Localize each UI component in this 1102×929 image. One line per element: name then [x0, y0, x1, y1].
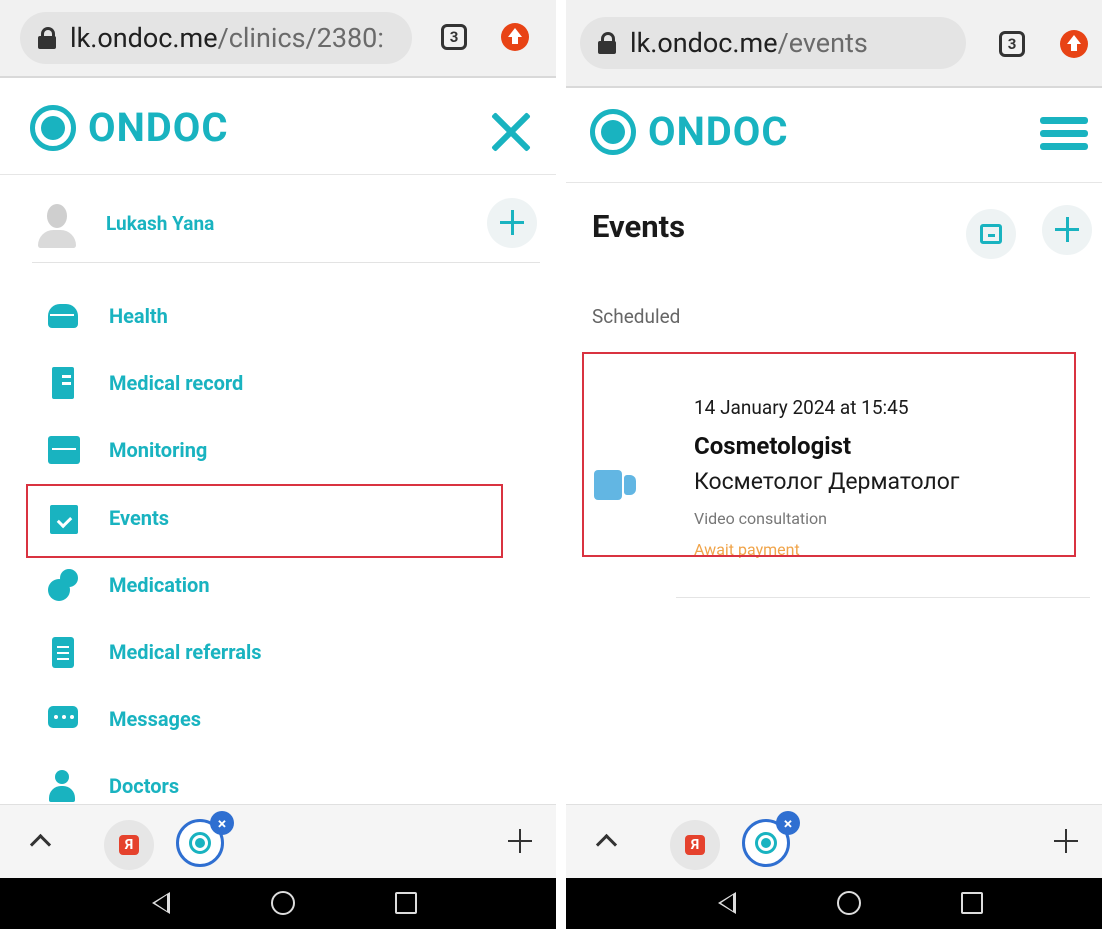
logo-mark-icon	[590, 108, 636, 155]
menu-item-label: Monitoring	[109, 438, 208, 462]
menu-item-medical-referrals[interactable]: Medical referrals	[44, 630, 504, 674]
right-screen: lk.ondoc.me/events 3 ONDOC Events Schedu…	[566, 0, 1102, 929]
event-title: Cosmetologist	[694, 432, 852, 460]
archive-button[interactable]	[966, 209, 1016, 259]
left-screen: lk.ondoc.me/clinics/2380: 3 ONDOC Lukash…	[0, 0, 556, 929]
page-title: Events	[592, 208, 686, 245]
heart-pulse-icon	[44, 300, 80, 332]
back-icon[interactable]	[152, 892, 170, 914]
lock-icon	[38, 27, 56, 49]
android-navigation-bar	[566, 878, 1102, 929]
home-icon[interactable]	[837, 891, 861, 915]
menu-item-label: Medical record	[109, 371, 244, 395]
menu-item-medication[interactable]: Medication	[44, 563, 504, 607]
event-status: Await payment	[694, 540, 800, 559]
monitoring-icon	[44, 434, 80, 466]
back-icon[interactable]	[718, 892, 736, 914]
logo-mark-icon	[30, 104, 76, 151]
logo-text: ONDOC	[88, 104, 229, 151]
menu-item-health[interactable]: Health	[44, 294, 504, 338]
archive-icon	[980, 224, 1002, 244]
add-profile-button[interactable]	[487, 198, 537, 248]
yandex-icon: Я	[685, 835, 705, 855]
menu-item-monitoring[interactable]: Monitoring	[44, 428, 504, 472]
hamburger-menu-icon[interactable]	[1040, 117, 1088, 151]
menu-item-label: Medical referrals	[109, 640, 262, 664]
close-tab-icon[interactable]: ×	[210, 811, 234, 835]
menu-item-events[interactable]: Events	[44, 496, 504, 540]
app-header: ONDOC	[0, 78, 556, 175]
url-text: lk.ondoc.me/events	[630, 27, 868, 59]
ondoc-logo[interactable]: ONDOC	[30, 104, 229, 151]
menu-item-label: Events	[109, 506, 170, 530]
tab-count-button[interactable]: 3	[999, 31, 1025, 57]
menu-item-label: Medication	[109, 573, 210, 597]
menu-item-label: Health	[109, 304, 168, 328]
url-field[interactable]: lk.ondoc.me/events	[580, 17, 966, 69]
menu-item-label: Messages	[109, 707, 202, 731]
medical-record-icon	[44, 367, 80, 399]
calendar-check-icon	[44, 502, 80, 534]
home-icon[interactable]	[271, 891, 295, 915]
new-tab-plus-icon[interactable]	[1054, 829, 1078, 853]
chevron-up-icon[interactable]	[29, 833, 52, 856]
browser-bottom-toolbar: Я ×	[566, 804, 1102, 881]
tab-count-button[interactable]: 3	[441, 24, 467, 50]
clipboard-icon	[44, 636, 80, 668]
user-profile-row[interactable]: Lukash Yana	[32, 186, 540, 263]
chat-icon	[44, 703, 80, 735]
divider	[676, 597, 1090, 598]
avatar	[36, 204, 78, 248]
upload-extension-icon[interactable]	[1060, 30, 1088, 58]
menu-item-messages[interactable]: Messages	[44, 697, 504, 741]
logo-text: ONDOC	[648, 108, 789, 155]
yandex-tab-button[interactable]: Я	[104, 820, 154, 870]
app-header: ONDOC	[566, 88, 1102, 183]
url-text: lk.ondoc.me/clinics/2380:	[70, 22, 384, 54]
browser-bottom-toolbar: Я ×	[0, 804, 556, 881]
event-card[interactable]: 14 January 2024 at 15:45 Cosmetologist К…	[582, 352, 1076, 559]
event-date-time: 14 January 2024 at 15:45	[694, 396, 909, 419]
video-camera-icon	[594, 470, 638, 500]
chevron-up-icon[interactable]	[595, 833, 618, 856]
section-label-scheduled: Scheduled	[592, 305, 681, 328]
menu-item-label: Doctors	[109, 774, 180, 798]
close-menu-icon[interactable]	[488, 110, 532, 154]
doctor-icon	[44, 770, 80, 802]
event-type: Video consultation	[694, 509, 828, 528]
menu-item-medical-record[interactable]: Medical record	[44, 361, 504, 405]
upload-extension-icon[interactable]	[501, 23, 529, 51]
browser-address-bar: lk.ondoc.me/events 3	[566, 0, 1102, 88]
android-navigation-bar	[0, 878, 556, 929]
url-field[interactable]: lk.ondoc.me/clinics/2380:	[20, 12, 412, 64]
lock-icon	[598, 32, 616, 54]
yandex-icon: Я	[119, 835, 139, 855]
ondoc-logo[interactable]: ONDOC	[590, 108, 789, 155]
user-name: Lukash Yana	[106, 212, 215, 235]
close-tab-icon[interactable]: ×	[776, 811, 800, 835]
recent-apps-icon[interactable]	[395, 892, 417, 914]
yandex-tab-button[interactable]: Я	[670, 820, 720, 870]
add-event-button[interactable]	[1042, 205, 1092, 255]
new-tab-plus-icon[interactable]	[508, 829, 532, 853]
recent-apps-icon[interactable]	[961, 892, 983, 914]
browser-address-bar: lk.ondoc.me/clinics/2380: 3	[0, 0, 556, 78]
pills-icon	[44, 569, 80, 601]
menu-item-doctors[interactable]: Doctors	[44, 764, 504, 808]
event-doctor-specialty: Косметолог Дерматолог	[694, 468, 960, 495]
